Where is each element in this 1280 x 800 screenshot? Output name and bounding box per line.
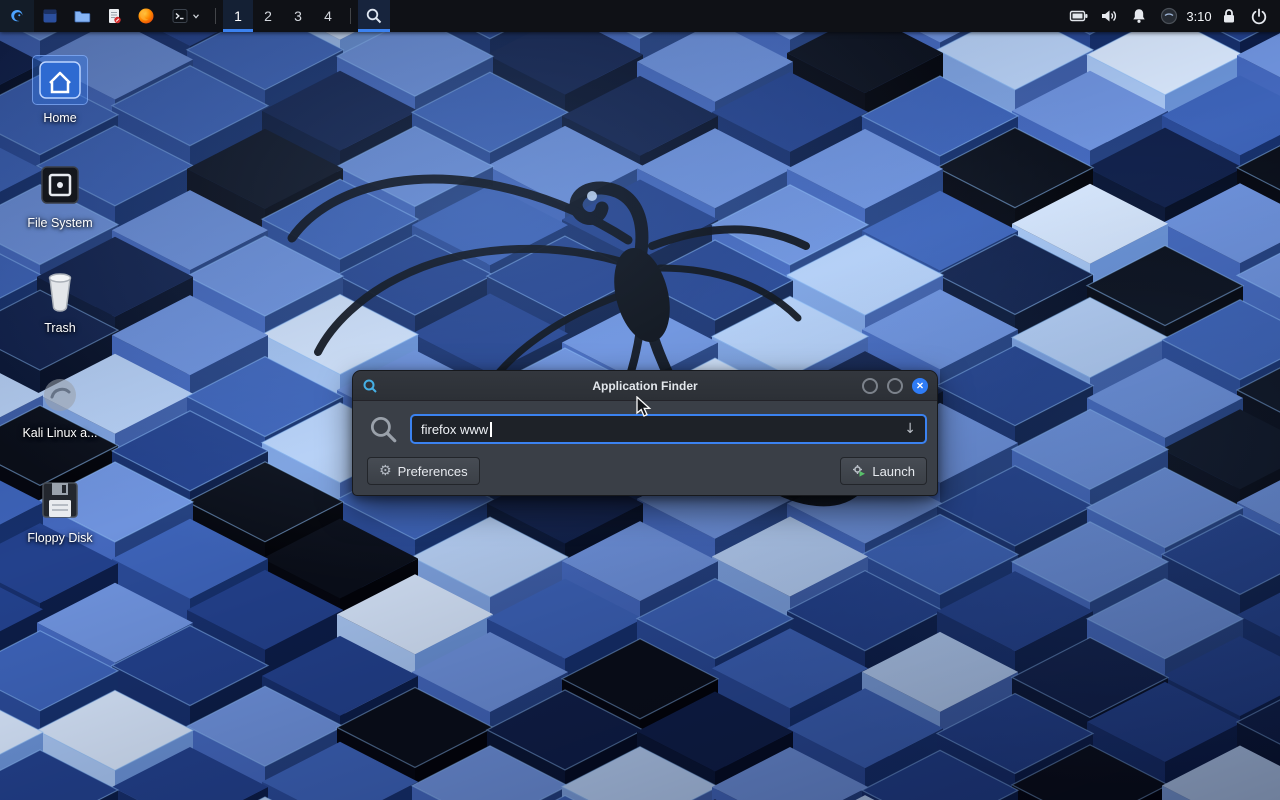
battery-icon xyxy=(1069,6,1089,26)
launcher-app-window[interactable] xyxy=(34,0,66,32)
preferences-button[interactable]: ⚙ Preferences xyxy=(367,457,480,485)
home-icon xyxy=(37,59,83,101)
desktop-icon-label: File System xyxy=(27,216,92,230)
chevron-down-icon xyxy=(191,11,201,21)
lock-icon xyxy=(1219,6,1239,26)
screen-lock-button[interactable] xyxy=(1214,0,1244,32)
window-controls: × xyxy=(862,378,928,394)
search-input[interactable]: firefox www ↓ xyxy=(410,414,927,444)
titlebar[interactable]: Application Finder × xyxy=(353,371,937,401)
search-icon xyxy=(367,413,399,445)
desktop-icon-label: Trash xyxy=(44,321,76,335)
app-window-icon xyxy=(40,6,60,26)
search-icon xyxy=(364,6,384,26)
workspace-3[interactable]: 3 xyxy=(283,0,313,32)
workspace-2[interactable]: 2 xyxy=(253,0,283,32)
text-editor-icon xyxy=(104,6,124,26)
clock[interactable]: 3:10 xyxy=(1184,0,1214,32)
power-icon xyxy=(1249,6,1269,26)
workspace-4[interactable]: 4 xyxy=(313,0,343,32)
application-finder-window: Application Finder × firefox www ↓ ⚙ Pr xyxy=(352,370,938,496)
top-panel: 1 2 3 4 xyxy=(0,0,1280,32)
workspace-switcher: 1 2 3 4 xyxy=(223,0,343,32)
workspace-1[interactable]: 1 xyxy=(223,0,253,32)
window-title: Application Finder xyxy=(353,379,937,393)
minimize-button[interactable] xyxy=(862,378,878,394)
launch-button[interactable]: Launch xyxy=(840,457,927,485)
desktop-icon-floppy-disk[interactable]: Floppy Disk xyxy=(8,476,112,545)
launch-icon xyxy=(852,464,866,478)
launcher-file-manager[interactable] xyxy=(66,0,98,32)
launcher-firefox[interactable] xyxy=(130,0,162,32)
launcher-text-editor[interactable] xyxy=(98,0,130,32)
trash-icon xyxy=(38,267,82,313)
terminal-icon xyxy=(170,6,190,26)
desktop-icon-trash[interactable]: Trash xyxy=(8,266,112,335)
volume-icon xyxy=(1099,6,1119,26)
gear-icon: ⚙ xyxy=(379,464,392,478)
history-dropdown-icon[interactable]: ↓ xyxy=(904,421,916,437)
close-button[interactable]: × xyxy=(912,378,928,394)
search-input-value: firefox www xyxy=(421,422,488,437)
panel-separator xyxy=(215,8,216,24)
floppy-disk-icon xyxy=(38,478,82,522)
panel-status-cluster: 3:10 xyxy=(1064,0,1280,32)
logout-button[interactable] xyxy=(1244,0,1274,32)
clock-label: 3:10 xyxy=(1186,9,1211,24)
close-icon: × xyxy=(916,379,923,391)
applications-menu-button[interactable] xyxy=(0,0,34,32)
maximize-button[interactable] xyxy=(887,378,903,394)
desktop-icon-file-system[interactable]: File System xyxy=(8,161,112,230)
text-caret xyxy=(490,422,492,437)
desktop-icon-kali-linux[interactable]: Kali Linux a... xyxy=(8,371,112,440)
desktop-icon-label: Kali Linux a... xyxy=(22,426,97,440)
volume-indicator[interactable] xyxy=(1094,0,1124,32)
panel-left-cluster: 1 2 3 4 xyxy=(0,0,390,32)
notifications-indicator[interactable] xyxy=(1124,0,1154,32)
folder-icon xyxy=(72,6,92,26)
file-system-icon xyxy=(38,163,82,207)
desktop-icon-label: Floppy Disk xyxy=(27,531,92,545)
panel-separator xyxy=(350,8,351,24)
desktop-icon-label: Home xyxy=(43,111,76,125)
kali-shortcut-icon xyxy=(38,373,82,417)
network-icon xyxy=(1159,6,1179,26)
network-indicator[interactable] xyxy=(1154,0,1184,32)
app-finder-window-icon xyxy=(362,378,378,394)
battery-indicator[interactable] xyxy=(1064,0,1094,32)
desktop-icon-column: Home File System Trash Kali Linux a... xyxy=(8,56,112,545)
finder-body: firefox www ↓ ⚙ Preferences Launch xyxy=(353,401,937,495)
launch-button-label: Launch xyxy=(872,464,915,479)
app-finder-button[interactable] xyxy=(358,0,390,32)
preferences-button-label: Preferences xyxy=(398,464,468,479)
bell-icon xyxy=(1129,6,1149,26)
launcher-terminal[interactable] xyxy=(162,0,208,32)
desktop-icon-home[interactable]: Home xyxy=(8,56,112,125)
kali-logo-icon xyxy=(7,6,27,26)
firefox-icon xyxy=(136,6,156,26)
